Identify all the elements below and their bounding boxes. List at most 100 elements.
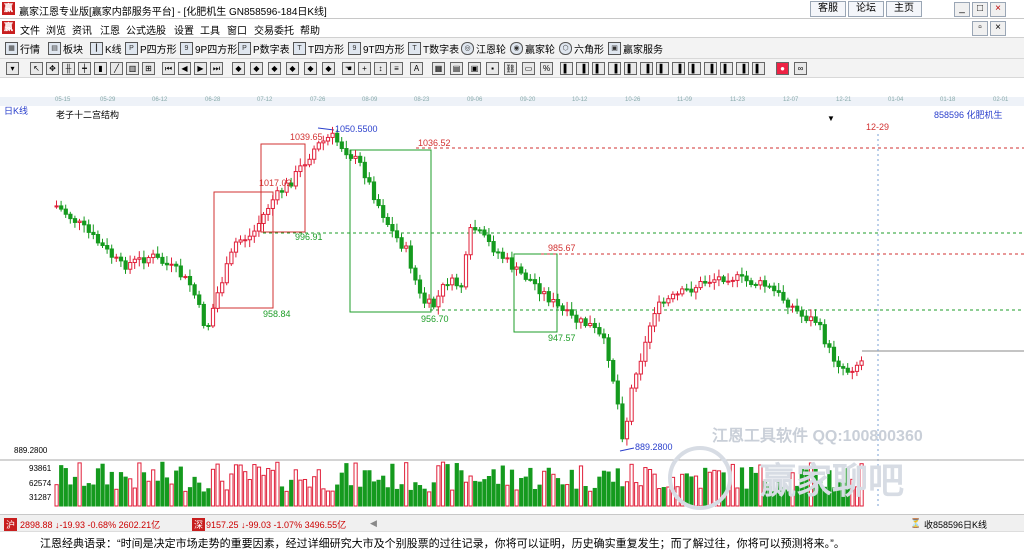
next-tool-icon[interactable]: ▶ [194,62,207,75]
diamond5-tool-icon[interactable]: ◆ [304,62,317,75]
menu-settings[interactable]: 设置 [174,22,194,37]
menu-news[interactable]: 资讯 [72,22,92,37]
diamond4-tool-icon[interactable]: ◆ [286,62,299,75]
bar6-tool-icon[interactable]: ▐ [640,62,653,75]
link-tool-icon[interactable]: ⛓ [504,62,517,75]
prev-tool-icon[interactable]: ◀ [178,62,191,75]
bar12-tool-icon[interactable]: ▐ [736,62,749,75]
candle [72,218,78,223]
stat-tool-icon[interactable]: % [540,62,553,75]
menu-help[interactable]: 帮助 [300,22,320,37]
home-link[interactable]: 主页 [886,1,922,17]
winner-wheel-button[interactable]: ◉ 赢家轮 [510,40,555,56]
color-tool-icon[interactable]: ● [776,62,789,75]
fib-tool-icon[interactable]: ≡ [390,62,403,75]
kline-button[interactable]: ┃ K线 [90,40,122,56]
bar8-tool-icon[interactable]: ▐ [672,62,685,75]
menu-browse[interactable]: 浏览 [46,22,66,37]
9t-square-button[interactable]: 9 9T四方形 [348,40,405,56]
menu-formula-select[interactable]: 公式选股 [126,22,166,37]
indicator-dropdown-icon[interactable]: ▼ [827,114,835,123]
volume-bar [532,488,538,507]
calendar-tool-icon[interactable]: ▦ [432,62,445,75]
hexagon-button[interactable]: ⬡ 六角形 [559,40,604,56]
volume-bar [82,485,87,507]
diamond1-tool-icon[interactable]: ◆ [232,62,245,75]
last-tool-icon[interactable]: ⏭ [210,62,223,75]
bar9-tool-icon[interactable]: ▌ [688,62,701,75]
crosshair-tool-icon[interactable]: + [358,62,371,75]
panel-tool-icon[interactable]: ▣ [468,62,481,75]
zoom-tool-icon[interactable]: ⊞ [142,62,155,75]
text-tool-icon[interactable]: A [410,62,423,75]
save-tool-icon[interactable]: ▪ [486,62,499,75]
bar10-tool-icon[interactable]: ▐ [704,62,717,75]
9p-square-button[interactable]: 9 9P四方形 [180,40,237,56]
menu-tools[interactable]: 工具 [200,22,220,37]
volume-bar [68,484,73,507]
t-square-button[interactable]: T T四方形 [293,40,344,56]
scroll-left-icon[interactable]: ◀ [370,518,377,529]
cursor-tool-icon[interactable]: ↖ [30,62,43,75]
hand-tool-icon[interactable]: ☚ [342,62,355,75]
close-child-button[interactable]: × [990,21,1006,36]
sz-index-status[interactable]: 9157.25 ↓-99.03 -1.07% 3496.55亿 [206,518,346,531]
candle [850,370,855,373]
date-label: 05-29 [100,97,116,103]
menu-trade[interactable]: 交易委托 [254,22,294,37]
menu-gann[interactable]: 江恩 [100,22,120,37]
bar13-tool-icon[interactable]: ▌ [752,62,765,75]
menu-window[interactable]: 窗口 [227,22,247,37]
minimize-button[interactable]: _ [954,2,970,17]
chart-tool-icon[interactable]: ▥ [126,62,139,75]
bar5-tool-icon[interactable]: ▌ [624,62,637,75]
candle [730,279,735,282]
bar11-tool-icon[interactable]: ▌ [720,62,733,75]
bar1-tool-icon[interactable]: ▌ [560,62,573,75]
candle [229,251,234,265]
diamond3-tool-icon[interactable]: ◆ [268,62,281,75]
candle [252,230,257,237]
p-square-button[interactable]: P P四方形 [125,40,177,56]
bars-tool-icon[interactable]: ╫ [62,62,75,75]
line-tool-icon[interactable]: ╱ [110,62,123,75]
diamond2-tool-icon[interactable]: ◆ [250,62,263,75]
candle [109,248,114,258]
candle [160,256,165,264]
pan-tool-icon[interactable]: ✥ [46,62,59,75]
print-tool-icon[interactable]: ▭ [522,62,535,75]
candle [404,245,409,249]
dropdown-tool-icon[interactable]: ▾ [6,62,19,75]
first-tool-icon[interactable]: ⏮ [162,62,175,75]
bar7-tool-icon[interactable]: ▌ [656,62,669,75]
sh-index-status[interactable]: 2898.88 ↓-19.93 -0.68% 2602.21亿 [20,518,160,531]
candle [597,327,602,335]
close-button[interactable]: × [990,2,1006,17]
pointer-tool-icon[interactable]: ↕ [374,62,387,75]
quote-button[interactable]: ▦ 行情 [5,40,40,56]
bar2-tool-icon[interactable]: ▐ [576,62,589,75]
bar3-tool-icon[interactable]: ▌ [592,62,605,75]
sector-button[interactable]: ▤ 板块 [48,40,83,56]
candle-tool-icon[interactable]: ▮ [94,62,107,75]
service-link[interactable]: 客服 [810,1,846,17]
p-number-table-button[interactable]: P P数字表 [238,40,290,56]
gann-wheel-button[interactable]: ◎ 江恩轮 [461,40,506,56]
restore-child-button[interactable]: ▫ [972,21,988,36]
winner-service-button[interactable]: ▣ 赢家服务 [608,40,663,56]
forum-link[interactable]: 论坛 [848,1,884,17]
t-number-table-button[interactable]: T T数字表 [408,40,459,56]
candle [551,299,556,303]
volume-bar [735,487,740,507]
menu-file[interactable]: 文件 [20,22,40,37]
maximize-button[interactable]: □ [972,2,988,17]
sz-badge-icon: 深 [192,518,206,531]
table-tool-icon[interactable]: ▤ [450,62,463,75]
candle [183,275,188,278]
bar4-tool-icon[interactable]: ▐ [608,62,621,75]
ohlc-tool-icon[interactable]: ┿ [78,62,91,75]
candle [569,309,574,316]
diamond6-tool-icon[interactable]: ◆ [322,62,335,75]
kline-chart[interactable]: 日K线 老子十二宫结构 ▼ 858596 化肥机生 12-29 1050.550… [0,106,1024,514]
infinity-tool-icon[interactable]: ∞ [794,62,807,75]
